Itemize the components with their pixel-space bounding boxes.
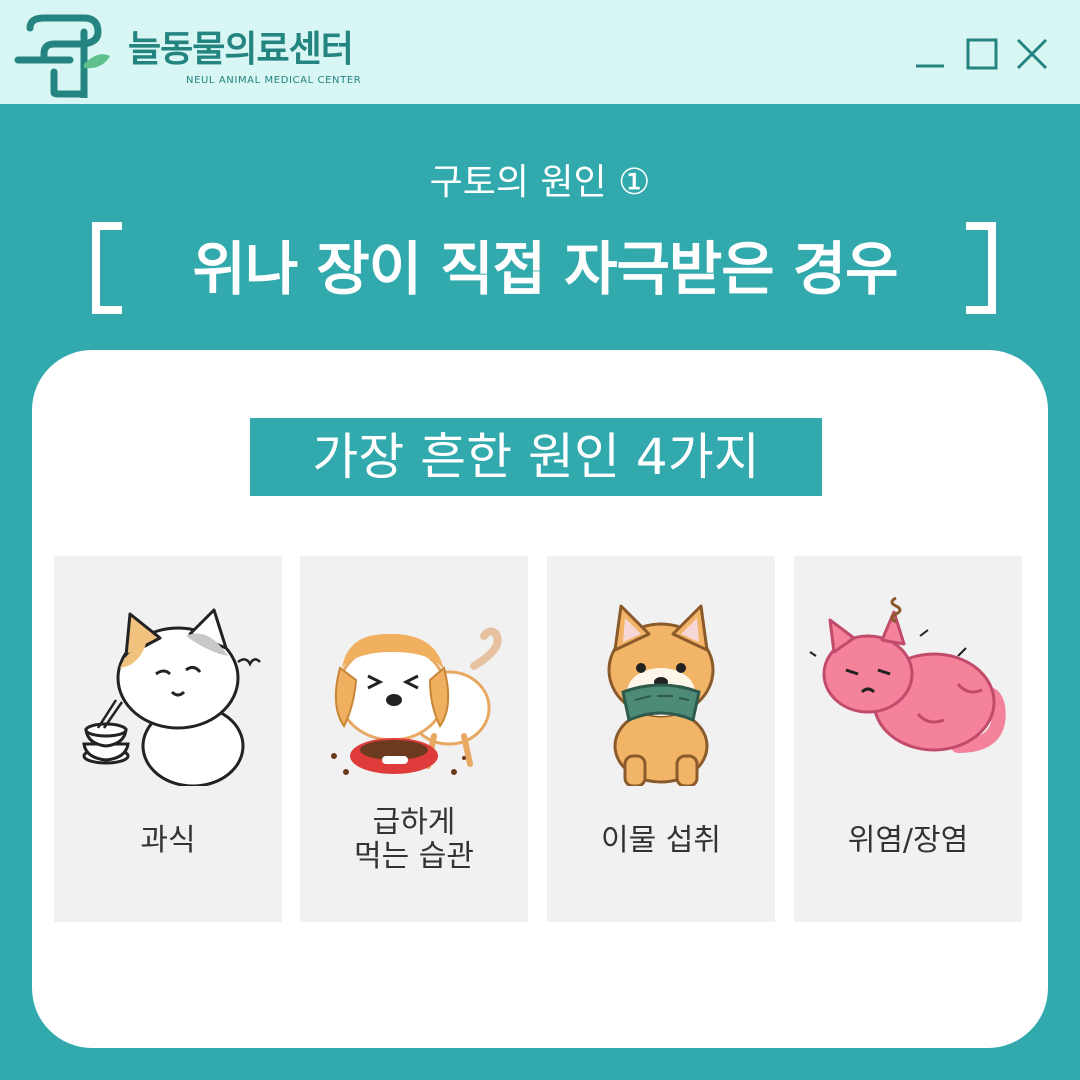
subtitle: 구토의 원인 ① <box>429 162 651 203</box>
cause-label-line1: 급하게 <box>372 805 456 840</box>
section-badge: 가장 흔한 원인 4가지 <box>250 418 822 496</box>
foreign-object-dog-icon <box>607 604 715 786</box>
fast-eating-dog-icon <box>331 627 502 775</box>
minimize-icon[interactable] <box>910 34 950 74</box>
cause-tile-overeating: 과식 <box>54 556 282 922</box>
cause-label: 위염/장염 <box>847 823 969 858</box>
overeating-cat-icon <box>82 608 261 786</box>
left-bracket <box>92 222 122 314</box>
brand-name-english: NEUL ANIMAL MEDICAL CENTER <box>186 75 362 86</box>
maximize-icon[interactable] <box>962 34 1002 74</box>
page-title: 위나 장이 직접 자극받은 경우 <box>192 235 898 303</box>
cause-label: 이물 섭취 <box>601 823 721 858</box>
title-row: 위나 장이 직접 자극받은 경우 <box>0 222 1080 318</box>
cause-label: 과식 <box>140 823 196 858</box>
cause-tile-foreign-object: 이물 섭취 <box>547 556 775 922</box>
cause-tile-gastritis: 위염/장염 <box>794 556 1022 922</box>
cause-tile-fast-eating: 급하게 먹는 습관 <box>300 556 528 922</box>
sick-cat-icon <box>809 596 1006 753</box>
close-icon[interactable] <box>1012 34 1052 74</box>
right-bracket <box>966 222 996 314</box>
cause-label-line2: 먹는 습관 <box>354 839 474 874</box>
neul-logo-icon <box>14 14 110 98</box>
brand-name-korean: 늘동물의료센터 <box>128 29 354 70</box>
header-bar: 늘동물의료센터 NEUL ANIMAL MEDICAL CENTER <box>0 0 1080 104</box>
